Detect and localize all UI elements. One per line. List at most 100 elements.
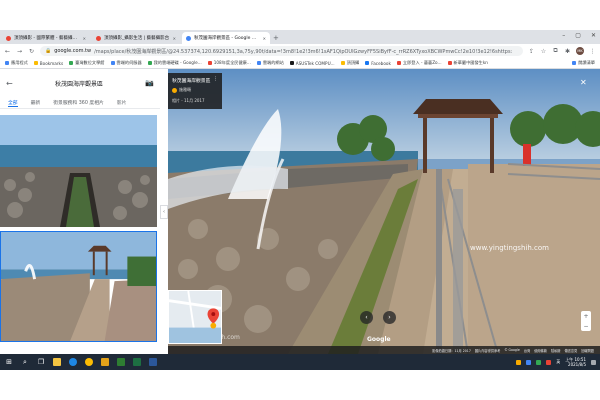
back-icon[interactable]: ← xyxy=(4,48,11,55)
tray-app-icon[interactable] xyxy=(546,359,552,365)
back-arrow-icon[interactable]: ← xyxy=(6,79,13,88)
browser-tab-3[interactable]: 秋茂園海岸觀景區 - Google 地圖 ✕ xyxy=(182,32,270,44)
footer-link[interactable]: 傳送意見 xyxy=(565,348,578,353)
bookmark-item[interactable]: 應用程式 xyxy=(5,60,28,66)
menu-icon[interactable]: ⋮ xyxy=(589,48,596,55)
bookmark-item[interactable]: 頂頂攝 xyxy=(340,60,359,66)
more-options-icon[interactable]: ⋮ xyxy=(213,77,218,84)
chrome-icon[interactable] xyxy=(84,357,94,367)
windows-taskbar: ⊞ ⌕ ❐ 英 上午 10:51 2021/8/5 xyxy=(0,354,600,370)
extensions-icon[interactable]: ⧉ xyxy=(552,47,559,55)
panel-title: 秋茂園海岸觀景區 xyxy=(54,80,103,88)
reading-list-button[interactable]: 閱讀清單 xyxy=(572,60,595,66)
mini-map[interactable] xyxy=(168,290,222,344)
map-footer: 影像拍攝日期：11月 2017 圖片內容僅供參考 © Google 台灣 使用條款 隱私權… xyxy=(168,346,600,354)
street-view-marker-icon xyxy=(210,322,217,329)
window-controls: – ▢ ✕ xyxy=(562,32,596,39)
bookmark-item[interactable]: 新華嚴中國發生kn xyxy=(447,60,488,66)
profile-avatar[interactable]: MK xyxy=(576,47,584,55)
word-icon[interactable] xyxy=(148,357,158,367)
bookmark-label: Facebook xyxy=(371,60,391,66)
tray-app-icon[interactable] xyxy=(536,359,542,365)
tab-all[interactable]: 全部 xyxy=(8,99,18,107)
file-explorer-icon[interactable] xyxy=(52,357,62,367)
footer-link[interactable]: 使用條款 xyxy=(534,348,547,353)
bookmark-item[interactable]: Bookmarks xyxy=(33,61,63,66)
close-viewer-icon[interactable]: ✕ xyxy=(580,78,587,87)
next-photo-button[interactable]: › xyxy=(383,311,396,324)
add-photo-icon[interactable]: 📷 xyxy=(145,79,154,87)
photo-thumbnail-selected[interactable] xyxy=(0,231,157,342)
maps-favicon-icon xyxy=(186,35,191,41)
photos-app-icon[interactable] xyxy=(116,357,126,367)
zoom-out-icon[interactable]: − xyxy=(583,323,588,330)
bookmark-label: 雲端的網站 xyxy=(262,60,284,65)
bookmark-label: 應用程式 xyxy=(11,60,28,65)
url-path: /maps/place/秋茂園海岸觀景區/@24.537374,120.6929… xyxy=(94,48,513,55)
previous-photo-button[interactable]: ‹ xyxy=(360,311,373,324)
edge-icon[interactable] xyxy=(68,357,78,367)
browser-tab-1[interactable]: 頂頂攝影 - 國際繁體 - 藝藝攝影台 ✕ xyxy=(2,32,90,44)
bookmark-item[interactable]: Facebook xyxy=(365,61,391,66)
star-icon[interactable]: ☆ xyxy=(540,48,547,55)
bookmark-label: 108年度全民健康... xyxy=(213,60,251,65)
close-window-icon[interactable]: ✕ xyxy=(591,32,596,39)
screen: 頂頂攝影 - 國際繁體 - 藝藝攝影台 ✕ 頂頂攝影_攝影生活 | 藝藝攝影台 … xyxy=(0,0,600,400)
tab-latest[interactable]: 最新 xyxy=(31,99,41,106)
footer-link[interactable]: 隱私權 xyxy=(551,348,561,353)
photos-panel: ← 秋茂園海岸觀景區 📷 全部 最新 街景服務和 360 度相片 影片 xyxy=(0,69,160,342)
folder-icon[interactable] xyxy=(100,357,110,367)
user-avatar[interactable] xyxy=(172,87,177,93)
footer-link[interactable]: 回報問題 xyxy=(581,348,594,353)
zoom-in-icon[interactable]: + xyxy=(583,313,588,320)
reload-icon[interactable]: ↻ xyxy=(28,48,35,55)
puzzle-icon[interactable]: ✱ xyxy=(564,48,571,55)
tray-app-icon[interactable] xyxy=(516,359,522,365)
footer-link: 台灣 xyxy=(523,348,531,353)
maximize-icon[interactable]: ▢ xyxy=(575,32,581,39)
bookmark-label: 臺灣數位文學館 xyxy=(75,60,105,65)
bookmark-icon xyxy=(447,61,452,65)
bookmark-label: 我的雲端硬碟 - Google... xyxy=(153,60,202,65)
tab-videos[interactable]: 影片 xyxy=(117,99,127,106)
windows-start-icon[interactable]: ⊞ xyxy=(4,357,14,367)
minimize-icon[interactable]: – xyxy=(562,32,565,39)
bookmark-item[interactable]: ASUSTek COMPU... xyxy=(289,61,335,66)
bookmark-item[interactable]: 雲端的伺服器 xyxy=(110,60,142,66)
close-tab-icon[interactable]: ✕ xyxy=(263,36,266,41)
system-clock[interactable]: 上午 10:51 2021/8/5 xyxy=(565,357,586,367)
contributor-name[interactable]: 施雅頤 xyxy=(179,87,191,93)
bookmark-icon xyxy=(207,61,212,65)
bookmark-item[interactable]: 我的雲端硬碟 - Google... xyxy=(147,60,202,66)
bookmark-label: 立即登入 - 藝藝Zo... xyxy=(402,60,442,65)
input-method-indicator[interactable]: 英 xyxy=(556,359,560,365)
bookmarks-bar: 應用程式 Bookmarks 臺灣數位文學館 雲端的伺服器 我的雲端硬碟 - Googl… xyxy=(0,58,600,69)
tab-street-view[interactable]: 街景服務和 360 度相片 xyxy=(53,99,104,106)
bookmark-icon xyxy=(33,61,38,65)
collapse-panel-button[interactable]: ‹ xyxy=(160,205,168,219)
zoom-control: + − xyxy=(581,311,591,331)
bookmark-item[interactable]: 雲端的網站 xyxy=(256,60,284,66)
photo-tabs: 全部 最新 街景服務和 360 度相片 影片 xyxy=(0,97,160,109)
photo-place-name[interactable]: 秋茂園海岸觀景區 xyxy=(172,77,210,84)
search-icon[interactable]: ⌕ xyxy=(20,357,30,367)
bookmark-item[interactable]: 108年度全民健康... xyxy=(207,60,251,66)
photo-thumbnail[interactable] xyxy=(0,115,157,227)
photo-navigation: ‹ › xyxy=(360,311,396,324)
bookmark-item[interactable]: 立即登入 - 藝藝Zo... xyxy=(396,60,442,66)
tab-title: 頂頂攝影_攝影生活 | 藝藝攝影台 xyxy=(104,36,170,41)
tray-app-icon[interactable] xyxy=(526,359,532,365)
close-tab-icon[interactable]: ✕ xyxy=(173,36,176,41)
excel-icon[interactable] xyxy=(132,357,142,367)
new-tab-button[interactable]: + xyxy=(273,32,279,44)
browser-tab-2[interactable]: 頂頂攝影_攝影生活 | 藝藝攝影台 ✕ xyxy=(92,32,180,44)
bookmark-item[interactable]: 臺灣數位文學館 xyxy=(69,60,105,66)
address-bar[interactable]: 🔒 google.com.tw /maps/place/秋茂園海岸觀景區/@24… xyxy=(40,46,523,56)
close-tab-icon[interactable]: ✕ xyxy=(83,36,86,41)
panel-header: ← 秋茂園海岸觀景區 📷 xyxy=(0,69,160,97)
task-view-icon[interactable]: ❐ xyxy=(36,357,46,367)
share-icon[interactable]: ⇪ xyxy=(528,48,535,55)
notification-icon[interactable] xyxy=(591,359,596,365)
forward-icon[interactable]: → xyxy=(16,48,23,55)
bookmark-icon xyxy=(256,61,261,65)
